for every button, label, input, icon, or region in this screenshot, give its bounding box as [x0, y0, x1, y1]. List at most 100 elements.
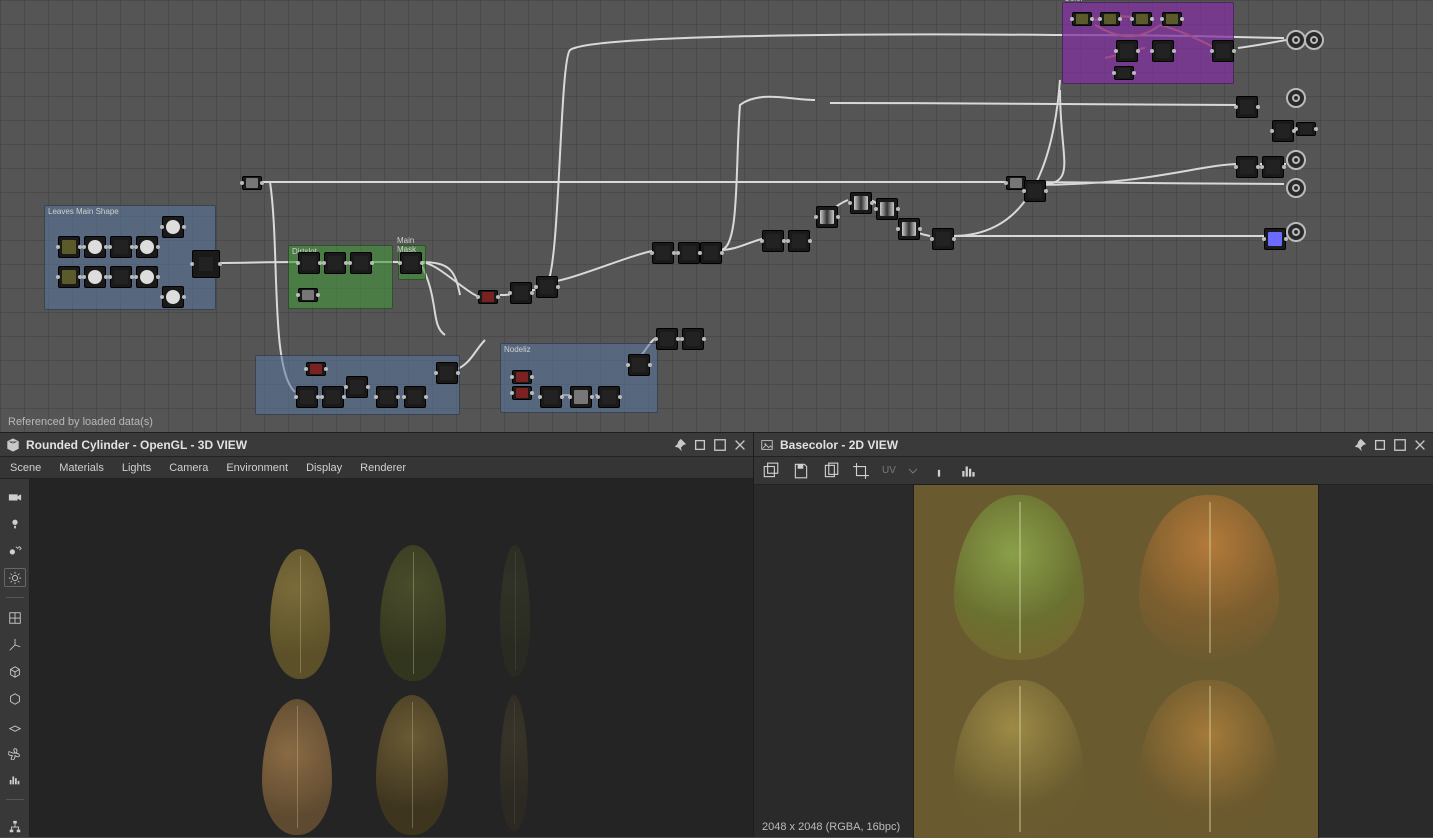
node[interactable]: [242, 176, 262, 190]
menu-camera[interactable]: Camera: [169, 462, 208, 474]
output-socket[interactable]: [1286, 150, 1306, 170]
node[interactable]: [1296, 122, 1316, 136]
copy-icon[interactable]: [822, 462, 840, 480]
node[interactable]: [788, 230, 810, 252]
node[interactable]: [1262, 156, 1284, 178]
maximize-icon[interactable]: [713, 438, 727, 452]
node[interactable]: [1272, 120, 1294, 142]
histogram-icon[interactable]: [4, 770, 26, 789]
restore-icon[interactable]: [1373, 438, 1387, 452]
node[interactable]: [512, 370, 532, 384]
node[interactable]: [898, 218, 920, 240]
node[interactable]: [298, 288, 318, 302]
node[interactable]: [110, 236, 132, 258]
node[interactable]: [478, 290, 498, 304]
node[interactable]: [700, 242, 722, 264]
close-icon[interactable]: [733, 438, 747, 452]
node[interactable]: [324, 252, 346, 274]
node[interactable]: [58, 236, 80, 258]
menu-display[interactable]: Display: [306, 462, 342, 474]
node[interactable]: [628, 354, 650, 376]
node[interactable]: [1006, 176, 1026, 190]
node[interactable]: [1236, 96, 1258, 118]
node[interactable]: [1264, 228, 1286, 250]
node[interactable]: [84, 236, 106, 258]
node[interactable]: [1152, 40, 1174, 62]
node[interactable]: [298, 252, 320, 274]
node[interactable]: [162, 286, 184, 308]
output-socket[interactable]: [1286, 30, 1306, 50]
camera-icon[interactable]: [4, 487, 26, 506]
viewport-3d[interactable]: [30, 479, 753, 837]
menu-environment[interactable]: Environment: [226, 462, 288, 474]
node[interactable]: [296, 386, 318, 408]
histogram-icon[interactable]: [960, 462, 978, 480]
node[interactable]: [306, 362, 326, 376]
node[interactable]: [1116, 40, 1138, 62]
hierarchy-icon[interactable]: [4, 818, 26, 837]
node-graph-panel[interactable]: Leaves Main Shape Dirtslot Main Mask Nod…: [0, 0, 1433, 432]
node[interactable]: [400, 252, 422, 274]
pin-icon[interactable]: [1353, 438, 1367, 452]
node[interactable]: [1024, 180, 1046, 202]
node[interactable]: [656, 328, 678, 350]
node[interactable]: [1072, 12, 1092, 26]
output-socket[interactable]: [1286, 178, 1306, 198]
node[interactable]: [350, 252, 372, 274]
node[interactable]: [932, 228, 954, 250]
plane-icon[interactable]: [4, 716, 26, 735]
output-socket[interactable]: [1286, 88, 1306, 108]
new-window-icon[interactable]: [762, 462, 780, 480]
node[interactable]: [876, 198, 898, 220]
light-icon[interactable]: [4, 514, 26, 533]
node[interactable]: [570, 386, 592, 408]
node[interactable]: [1100, 12, 1120, 26]
output-socket[interactable]: [1304, 30, 1324, 50]
axes-icon[interactable]: [4, 635, 26, 654]
cube-wire-icon[interactable]: [4, 662, 26, 681]
node[interactable]: [540, 386, 562, 408]
node[interactable]: [58, 266, 80, 288]
close-icon[interactable]: [1413, 438, 1427, 452]
node[interactable]: [762, 230, 784, 252]
fan-icon[interactable]: [4, 743, 26, 762]
node[interactable]: [404, 386, 426, 408]
node[interactable]: [1162, 12, 1182, 26]
output-socket[interactable]: [1286, 222, 1306, 242]
menu-renderer[interactable]: Renderer: [360, 462, 406, 474]
node[interactable]: [136, 266, 158, 288]
node[interactable]: [436, 362, 458, 384]
node-merge[interactable]: [192, 250, 220, 278]
node[interactable]: [598, 386, 620, 408]
save-icon[interactable]: [792, 462, 810, 480]
node[interactable]: [110, 266, 132, 288]
node[interactable]: [682, 328, 704, 350]
node[interactable]: [510, 282, 532, 304]
crop-icon[interactable]: [852, 462, 870, 480]
node[interactable]: [162, 216, 184, 238]
node[interactable]: [1114, 66, 1134, 80]
menu-scene[interactable]: Scene: [10, 462, 41, 474]
info-icon[interactable]: [930, 462, 948, 480]
node[interactable]: [816, 206, 838, 228]
menu-lights[interactable]: Lights: [122, 462, 151, 474]
node[interactable]: [322, 386, 344, 408]
chevron-down-icon[interactable]: [908, 462, 918, 480]
viewport-2d[interactable]: 2048 x 2048 (RGBA, 16bpc): [754, 485, 1433, 837]
node[interactable]: [1212, 40, 1234, 62]
restore-icon[interactable]: [693, 438, 707, 452]
node[interactable]: [678, 242, 700, 264]
node[interactable]: [346, 376, 368, 398]
node[interactable]: [850, 192, 872, 214]
bbox-icon[interactable]: [4, 689, 26, 708]
node[interactable]: [1236, 156, 1258, 178]
menu-materials[interactable]: Materials: [59, 462, 104, 474]
grid-icon[interactable]: [4, 608, 26, 627]
node[interactable]: [136, 236, 158, 258]
gear-icon[interactable]: [4, 568, 26, 587]
node[interactable]: [536, 276, 558, 298]
pin-icon[interactable]: [673, 438, 687, 452]
node[interactable]: [1132, 12, 1152, 26]
node[interactable]: [652, 242, 674, 264]
node[interactable]: [84, 266, 106, 288]
